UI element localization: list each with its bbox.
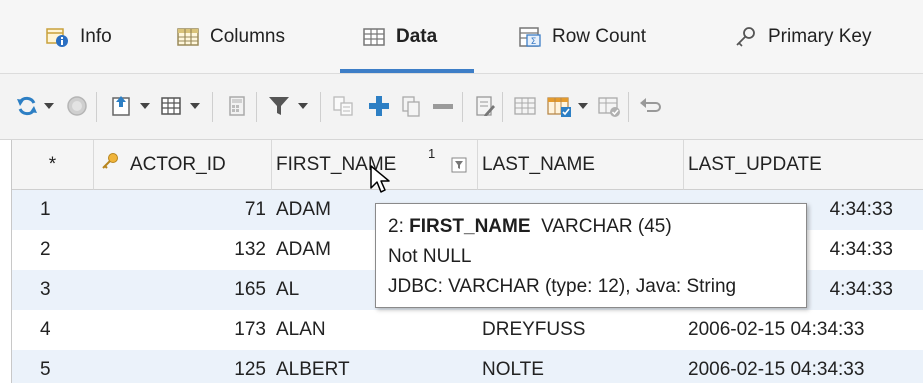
row-number: 2 — [40, 239, 51, 260]
columns-table-icon — [176, 26, 200, 48]
sort-order-badge: 1 — [428, 146, 436, 161]
toolbar-separator — [256, 92, 257, 122]
row-marker-header[interactable]: * — [12, 140, 94, 190]
row-number: 5 — [40, 359, 51, 380]
grid-dropdown[interactable] — [188, 92, 202, 120]
cell-actor-id[interactable]: 125 — [94, 350, 272, 383]
cell-actor-id[interactable]: 132 — [94, 230, 272, 270]
refresh-dropdown[interactable] — [42, 92, 56, 120]
column-info-tooltip: 2: FIRST_NAME VARCHAR (45) Not NULL JDBC… — [375, 203, 807, 308]
data-grid-icon — [362, 26, 386, 48]
cell-actor-id[interactable]: 71 — [94, 190, 272, 230]
apply-options-icon[interactable] — [546, 92, 572, 120]
apply-icon[interactable] — [512, 92, 538, 120]
column-header-actor-id[interactable]: ACTOR_ID — [94, 140, 272, 190]
toolbar-separator — [502, 92, 503, 122]
column-header-last-update[interactable]: LAST_UPDATE — [684, 140, 923, 190]
apply-options-dropdown[interactable] — [576, 92, 590, 120]
tooltip-nullability: Not NULL — [388, 246, 472, 267]
cell-actor-id[interactable]: 165 — [94, 270, 272, 310]
toolbar-separator — [320, 92, 321, 122]
toolbar — [0, 74, 923, 140]
tab-bar: Info Columns Data Σ Row Count Primary Ke… — [0, 0, 923, 74]
tooltip-line-column: 2: FIRST_NAME VARCHAR (45) — [388, 212, 794, 242]
column-header-label: LAST_NAME — [482, 153, 595, 175]
tooltip-column-name: FIRST_NAME — [409, 216, 531, 237]
cell-first-name[interactable]: ALAN — [272, 310, 478, 350]
toolbar-separator — [212, 92, 213, 122]
stop-icon[interactable] — [64, 92, 90, 120]
toolbar-separator — [96, 92, 97, 122]
row-number: 1 — [40, 199, 51, 220]
grid-icon[interactable] — [158, 92, 184, 120]
tooltip-column-type: VARCHAR (45) — [530, 216, 672, 237]
tab-info[interactable]: Info — [46, 0, 112, 74]
toolbar-separator — [628, 92, 629, 122]
tab-row-count-label: Row Count — [552, 26, 646, 47]
cell-last-update[interactable]: 2006-02-15 04:34:33 — [684, 350, 923, 383]
row-count-icon: Σ — [518, 26, 542, 48]
info-table-icon — [46, 26, 70, 48]
column-header-label: LAST_UPDATE — [688, 153, 822, 175]
column-header-last-name[interactable]: LAST_NAME — [478, 140, 684, 190]
tooltip-column-index: 2: — [388, 216, 410, 237]
table-row[interactable]: 5 125 ALBERT NOLTE 2006-02-15 04:34:33 — [12, 350, 923, 383]
tab-data-label: Data — [396, 26, 438, 47]
save-icon[interactable] — [596, 92, 622, 120]
tab-primary-key[interactable]: Primary Key — [734, 0, 871, 74]
table-row[interactable]: 4 173 ALAN DREYFUSS 2006-02-15 04:34:33 — [12, 310, 923, 350]
export-icon[interactable] — [108, 92, 134, 120]
export-dropdown[interactable] — [138, 92, 152, 120]
tab-info-label: Info — [80, 26, 112, 47]
primary-key-icon — [100, 152, 120, 178]
tooltip-jdbc-type: JDBC: VARCHAR (type: 12), Java: String — [388, 276, 737, 297]
duplicate-row-icon[interactable] — [398, 92, 424, 120]
cell-last-name[interactable]: DREYFUSS — [478, 310, 684, 350]
calculator-icon[interactable] — [224, 92, 250, 120]
cell-first-name[interactable]: ALBERT — [272, 350, 478, 383]
copy-rows-icon[interactable] — [330, 92, 356, 120]
tab-columns[interactable]: Columns — [176, 0, 285, 74]
undo-icon[interactable] — [636, 92, 662, 120]
tab-data[interactable]: Data — [362, 0, 437, 74]
filter-settings-icon[interactable] — [451, 157, 467, 179]
filter-icon[interactable] — [266, 92, 292, 120]
refresh-icon[interactable] — [14, 92, 40, 120]
row-marker-label: * — [48, 153, 57, 175]
cell-last-update[interactable]: 2006-02-15 04:34:33 — [684, 310, 923, 350]
tab-row-count[interactable]: Σ Row Count — [518, 0, 646, 74]
column-header-label: ACTOR_ID — [130, 153, 226, 175]
edit-icon[interactable] — [472, 92, 498, 120]
toolbar-separator — [462, 92, 463, 122]
svg-text:Σ: Σ — [531, 37, 537, 47]
mouse-pointer-icon — [369, 164, 391, 199]
row-number: 4 — [40, 319, 51, 340]
row-number: 3 — [40, 279, 51, 300]
tab-primary-key-label: Primary Key — [768, 26, 872, 47]
add-row-icon[interactable] — [366, 92, 392, 120]
key-icon — [734, 26, 758, 48]
filter-dropdown[interactable] — [296, 92, 310, 120]
cell-last-name[interactable]: NOLTE — [478, 350, 684, 383]
delete-row-icon[interactable] — [430, 92, 456, 120]
cell-actor-id[interactable]: 173 — [94, 310, 272, 350]
tab-columns-label: Columns — [210, 26, 285, 47]
